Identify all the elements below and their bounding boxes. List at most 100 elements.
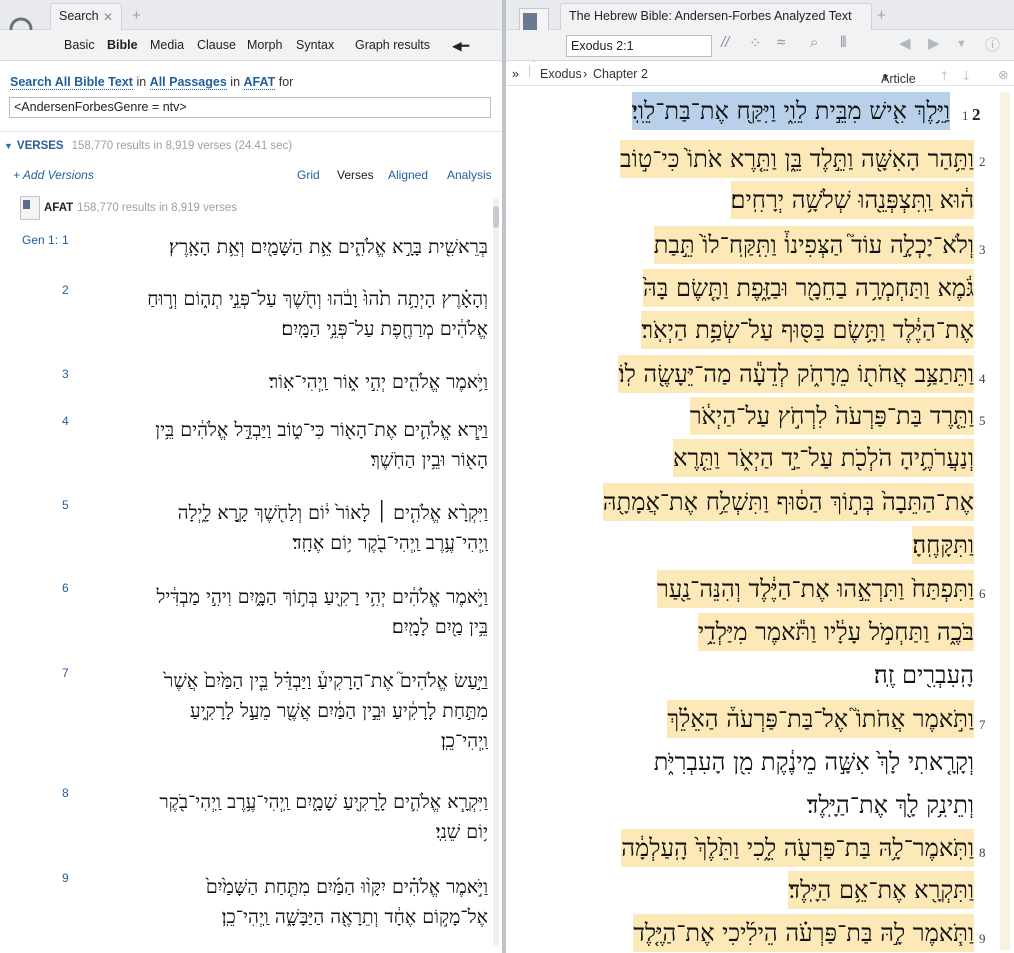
verses-result-count: 158,770 results in 8,919 verses (24.41 s… — [71, 140, 293, 152]
verse-line: וַתִּפְתַּח֙ וַתִּרְאֵ֣הוּ אֶת־הַיֶּ֔לֶד… — [656, 570, 974, 608]
tab-search[interactable]: Search ✕ — [50, 3, 122, 30]
bible-panel: The Hebrew Bible: Andersen-Forbes Analyz… — [506, 0, 1014, 953]
verse-text: וַיִּקְרָ֨א אֱלֹהִ֤ים ׀ לָאוֹר֙ י֔וֹם וְ… — [88, 498, 488, 558]
view-verses[interactable]: Verses — [337, 168, 374, 182]
inline-search-icon[interactable]: ≈ — [777, 34, 785, 51]
verse-line: י֥וֹם שֵׁנִֽי׃ — [435, 821, 488, 843]
verses-label: VERSES — [16, 140, 64, 152]
parallel-icon[interactable]: // — [721, 34, 729, 51]
verse-text: וַיַּ֧רְא אֱלֹהִ֛ים אֶת־הָא֖וֹר כִּי־ט֑ו… — [88, 415, 488, 475]
verse-line: וַתֵּתַצַּ֥ב אֲחֹת֖וֹ מֵרָחֹ֑ק לְדֵעָ֕ה … — [618, 355, 974, 393]
view-analysis[interactable]: Analysis — [447, 168, 492, 182]
up-arrow-icon[interactable]: 🡑 — [941, 67, 948, 88]
verse-line: הָא֖וֹר וּבֵ֥ין הַחֹֽשֶׁךְ׃ — [370, 449, 488, 471]
menu-clause[interactable]: Clause — [197, 38, 236, 52]
back-arrow-icon[interactable]: ◀━ — [452, 38, 469, 53]
verse-text: וַיֹּ֣אמֶר אֱלֹהִ֗ים יִקָּו֨וּ הַמַּ֜יִם… — [88, 872, 488, 932]
verse-line: וַֽיְהִי־עֶ֥רֶב וַֽיְהִי־בֹ֖קֶר י֥וֹם אֶ… — [292, 532, 488, 554]
verse-number[interactable]: 2 — [62, 283, 69, 297]
collapse-triangle-icon[interactable]: ▼ — [4, 141, 13, 151]
search-query-input[interactable]: <AndersenForbesGenre = ntv> — [9, 97, 491, 118]
verse-number[interactable]: 7 — [62, 666, 69, 680]
search-panel: Search ✕ + Basic Bible Media Clause Morp… — [0, 0, 502, 953]
divider — [0, 131, 502, 132]
menu-basic[interactable]: Basic — [64, 38, 95, 52]
verse-line: וְהָאָ֗רֶץ הָיְתָ֥ה תֹ֙הוּ֙ וָבֹ֔הוּ וְח… — [147, 288, 488, 310]
verse-line: וַיֹּ֣אמֶר אֱלֹהִ֗ים יִקָּו֨וּ הַמַּ֜יִם… — [205, 876, 488, 898]
verse-number[interactable]: 5 — [62, 498, 69, 512]
new-tab-icon[interactable]: + — [132, 7, 141, 24]
book-cover-icon — [20, 196, 40, 220]
menu-media[interactable]: Media — [150, 38, 184, 52]
bible-toolbar: Exodus 2:1 // ⁘ ≈ ⌕ ⦀ ◀ ▶ ▼ ⓘ — [506, 30, 1014, 61]
verse-text: וַיֹּ֥אמֶר אֱלֹהִ֖ים יְהִ֣י א֑וֹר וַֽיְה… — [88, 367, 488, 397]
down-arrow-icon[interactable]: 🡓 — [963, 67, 970, 88]
chevron-right-icon: › — [583, 67, 588, 81]
verse-line: וַיַּ֧רְא אֱלֹהִ֛ים אֶת־הָא֖וֹר כִּי־ט֑ו… — [155, 419, 488, 441]
view-grid[interactable]: Grid — [297, 168, 320, 182]
verse-text: וַיִּקְרָ֧א אֱלֹהִ֛ים לָֽרָקִ֖יעַ שָׁמָ֑… — [88, 787, 488, 847]
verse-number[interactable]: 4 — [62, 414, 69, 428]
all-passages-link[interactable]: All Passages — [149, 75, 227, 90]
app-window: Search ✕ + Basic Bible Media Clause Morp… — [0, 0, 1014, 953]
verse-line: בְּרֵאשִׁ֖ית בָּרָ֣א אֱלֹהִ֑ים אֵ֥ת הַשָ… — [169, 236, 488, 258]
back-arrow-icon[interactable]: ◀ — [899, 34, 911, 52]
reference-book[interactable]: Gen 1: — [22, 233, 58, 247]
verse-line: וַיֹּ֣אמֶר אֱלֹהִ֔ים יְהִ֥י רָקִ֖יעַ בְּ… — [156, 586, 488, 608]
verse-line: וַתֹּ֣אמֶר אֲחֹתוֹ֮ אֶל־בַּת־פַּרְעֹה֒ ה… — [667, 700, 974, 738]
resource-count: 158,770 results in 8,919 verses — [77, 202, 237, 215]
reference-input[interactable]: Exodus 2:1 — [566, 35, 712, 57]
verse-text: וְהָאָ֗רֶץ הָיְתָ֥ה תֹ֙הוּ֙ וָבֹ֔הוּ וְח… — [88, 284, 488, 344]
menu-graph-results[interactable]: Graph results — [355, 38, 430, 52]
breadcrumb: » | Exodus › Chapter 2 Article ▼ 🡑 🡓 ⊗ — [506, 62, 1014, 86]
tab-hebrew-bible[interactable]: The Hebrew Bible: Andersen-Forbes Analyz… — [560, 3, 872, 30]
verse-number[interactable]: 8 — [62, 786, 69, 800]
forward-arrow-icon[interactable]: ▶ — [928, 34, 940, 52]
verse-number[interactable]: 3 — [62, 367, 69, 381]
search-type-toolbar: Basic Bible Media Clause Morph Syntax Gr… — [0, 30, 502, 61]
tab-search-label: Search — [59, 9, 99, 23]
find-icon[interactable]: ⌕ — [810, 34, 818, 51]
afat-link[interactable]: AFAT — [243, 75, 276, 90]
verse-line: ה֔וּא וַֽתִּצְפְּנֵ֖הוּ שְׁלֹשָׁ֥ה יְרָח… — [730, 181, 974, 219]
verse-line: וַיֹּ֥אמֶר אֱלֹהִ֖ים יְהִ֣י א֑וֹר וַֽיְה… — [268, 371, 488, 393]
chevron-down-icon: ▼ — [881, 72, 890, 82]
close-icon[interactable]: ✕ — [103, 10, 113, 24]
new-tab-icon[interactable]: + — [877, 7, 886, 24]
verses-header[interactable]: ▼ VERSES 158,770 results in 8,919 verses (… — [4, 140, 292, 152]
visual-filter-icon[interactable]: ⁘ — [749, 34, 762, 52]
verse-line: מִתַּ֣חַת לָרָקִ֔יעַ וּבֵ֣ין הַמַּ֔יִם א… — [189, 700, 488, 722]
verse-line: אֶת־הַיֶּ֔לֶד וַתָּ֥שֶׂם בַּסּ֖וּף עַל־ש… — [641, 311, 974, 349]
info-icon[interactable]: ⓘ — [985, 34, 1000, 55]
verse-line: וְלֹא־יָכְלָ֣ה עוֹד֮ הַצְּפִינוֹ֒ וַתִּֽ… — [653, 226, 974, 264]
verse-text: וַיֹּ֣אמֶר אֱלֹהִ֔ים יְהִ֥י רָקִ֖יעַ בְּ… — [88, 582, 488, 642]
scrollbar-thumb[interactable] — [493, 206, 499, 228]
search-scope-for: for — [278, 75, 294, 89]
resource-name: AFAT — [44, 202, 74, 215]
verse-line: וְקָרָ֤אתִי לָךְ֙ אִשָּׁ֣ה מֵינֶ֔קֶת מִ֖… — [653, 748, 974, 776]
verse-text: בְּרֵאשִׁ֖ית בָּרָ֣א אֱלֹהִ֑ים אֵ֥ת הַשָ… — [88, 232, 488, 262]
search-all-bible-text-link[interactable]: Search All Bible Text — [10, 75, 133, 90]
menu-syntax[interactable]: Syntax — [296, 38, 334, 52]
breadcrumb-book[interactable]: Exodus — [540, 67, 582, 81]
resource-header: AFAT 158,770 results in 8,919 verses — [20, 196, 237, 220]
verse-line: בֹּכֶ֑ה וַתַּחְמֹ֣ל עָלָ֔יו וַתֹּ֕אמֶר מ… — [697, 613, 974, 651]
menu-dropdown-icon[interactable]: ▼ — [956, 38, 967, 50]
verse-line: וַיַּ֣עַשׂ אֱלֹהִים֮ אֶת־הָרָקִיעַ֒ וַיַ… — [164, 670, 488, 692]
verse-number[interactable]: 9 — [62, 871, 69, 885]
close-icon[interactable]: ⊗ — [998, 67, 1008, 82]
add-versions-link[interactable]: + Add Versions — [13, 168, 94, 182]
verse-number[interactable]: 6 — [62, 581, 69, 595]
menu-morph[interactable]: Morph — [247, 38, 282, 52]
expand-icon[interactable]: » — [512, 67, 519, 81]
results-scrollbar[interactable] — [493, 198, 499, 946]
verse-number[interactable]: 1 — [62, 233, 69, 247]
columns-icon[interactable]: ⦀ — [840, 34, 847, 51]
verse-line: וַתֵּ֤רֶד בַּת־פַּרְעֹה֙ לִרְחֹ֣ץ עַל־הַ… — [689, 397, 974, 435]
view-aligned[interactable]: Aligned — [388, 168, 428, 182]
breadcrumb-chapter[interactable]: Chapter 2 — [593, 67, 648, 81]
search-scope-in: in — [136, 75, 147, 89]
divider: | — [528, 64, 532, 78]
menu-bible[interactable]: Bible — [107, 38, 138, 52]
verse-line: וַתִּקָּחֶֽהָ׃ — [912, 526, 974, 564]
